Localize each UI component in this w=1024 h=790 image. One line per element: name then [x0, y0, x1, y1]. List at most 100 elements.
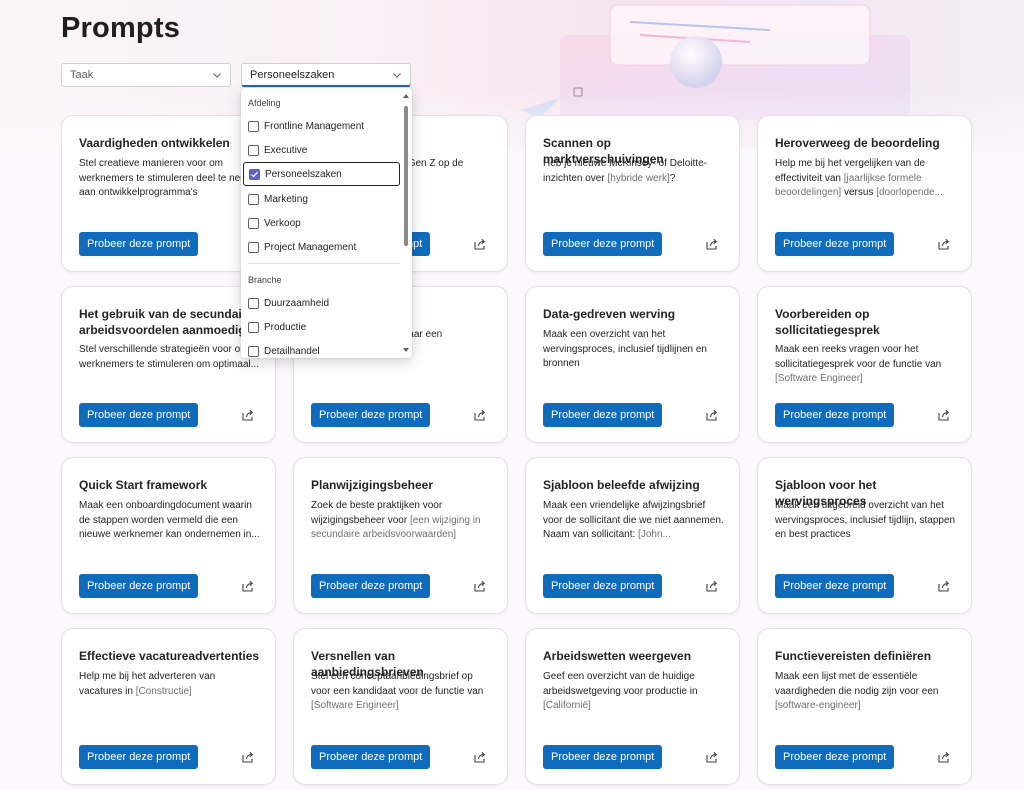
prompt-card[interactable]: Versnellen van aanbiedingsbrieven Stel ee… [293, 628, 508, 785]
description-text: Stel een conceptaanbiedingsbrief op voor… [311, 671, 484, 697]
prompt-card-title: Arbeidswetten weergeven [543, 649, 692, 663]
description-text: Geef een overzicht van de huidige arbeid… [543, 671, 698, 697]
share-icon[interactable] [937, 750, 951, 764]
checkbox-checked-icon[interactable] [249, 168, 260, 180]
option-productie[interactable]: Productie [243, 315, 400, 339]
prompt-card[interactable]: Heroverweeg de beoordeling Help me bij he… [757, 115, 972, 272]
share-icon[interactable] [937, 579, 951, 593]
share-icon[interactable] [705, 579, 719, 593]
checkbox-icon[interactable] [248, 321, 259, 333]
prompt-card[interactable]: Sjabloon voor het wervingsproces Maak een… [757, 457, 972, 614]
scroll-thumb[interactable] [404, 106, 408, 246]
prompt-card-title: Functievereisten definiëren [775, 649, 932, 663]
checkbox-icon[interactable] [248, 345, 259, 357]
try-prompt-button[interactable]: Probeer deze prompt [543, 574, 663, 598]
try-prompt-button[interactable]: Probeer deze prompt [311, 403, 431, 427]
prompt-card-description: Stel creatieve manieren voor om werkneme… [79, 157, 261, 201]
checkbox-icon[interactable] [248, 120, 259, 132]
try-prompt-button[interactable]: Probeer deze prompt [775, 745, 895, 769]
try-prompt-button[interactable]: Probeer deze prompt [311, 574, 431, 598]
prompt-card-description: Help me bij het vergelijken van de effec… [775, 157, 957, 201]
prompt-card[interactable]: Functievereisten definiëren Maak een lijs… [757, 628, 972, 785]
option-detailhandel[interactable]: Detailhandel [243, 339, 400, 358]
option-label: Duurzaamheid [264, 297, 330, 309]
share-icon[interactable] [241, 579, 255, 593]
try-prompt-button[interactable]: Probeer deze prompt [543, 403, 663, 427]
dropdown-scrollbar[interactable] [402, 92, 410, 354]
option-label: Frontline Management [264, 120, 365, 132]
share-icon[interactable] [473, 237, 487, 251]
checkbox-icon[interactable] [248, 297, 259, 309]
share-icon[interactable] [473, 579, 487, 593]
try-prompt-button[interactable]: Probeer deze prompt [775, 403, 895, 427]
try-prompt-button[interactable]: Probeer deze prompt [775, 574, 895, 598]
prompt-card-description: Maak een onboardingdocument waarin de st… [79, 499, 261, 543]
option-project-management[interactable]: Project Management [243, 235, 400, 259]
option-verkoop[interactable]: Verkoop [243, 211, 400, 235]
task-filter-value: Taak [70, 69, 94, 81]
option-personeelszaken[interactable]: Personeelszaken [243, 162, 400, 186]
prompt-card[interactable]: Arbeidswetten weergeven Geef een overzich… [525, 628, 740, 785]
try-prompt-button[interactable]: Probeer deze prompt [79, 403, 199, 427]
option-label: Verkoop [264, 217, 301, 229]
share-icon[interactable] [473, 408, 487, 422]
prompt-card[interactable]: Planwijzigingsbeheer Zoek de beste prakti… [293, 457, 508, 614]
prompt-card-description: Geef een overzicht van de huidige arbeid… [543, 670, 725, 714]
share-icon[interactable] [473, 750, 487, 764]
prompt-card-title: Data-gedreven werving [543, 307, 676, 321]
description-text: versus [841, 187, 877, 198]
option-executive[interactable]: Executive [243, 138, 400, 162]
scroll-down-arrow-icon[interactable] [402, 346, 410, 354]
department-dropdown-list[interactable]: Afdeling Frontline Management Executive … [241, 88, 412, 358]
prompt-card-title: Voorbereiden op sollicitatiegesprek [775, 307, 880, 337]
department-filter-value: Personeelszaken [250, 68, 335, 81]
try-prompt-button[interactable]: Probeer deze prompt [543, 745, 663, 769]
try-prompt-button[interactable]: Probeer deze prompt [79, 745, 199, 769]
try-prompt-button[interactable]: Probeer deze prompt [79, 574, 199, 598]
share-icon[interactable] [705, 750, 719, 764]
prompt-card-description: Maak een overzicht van het wervingsproce… [543, 328, 725, 372]
share-icon[interactable] [937, 237, 951, 251]
prompt-card-description: Maak een reeks vragen voor het sollicita… [775, 343, 957, 387]
checkbox-icon[interactable] [248, 217, 259, 229]
share-icon[interactable] [705, 408, 719, 422]
option-frontline-management[interactable]: Frontline Management [243, 114, 400, 138]
scroll-up-arrow-icon[interactable] [402, 92, 410, 100]
department-filter-select[interactable]: Personeelszaken [241, 63, 411, 87]
task-filter-select[interactable]: Taak [61, 63, 231, 87]
description-text: Maak een overzicht van het wervingsproce… [543, 329, 707, 369]
prompt-card[interactable]: Data-gedreven werving Maak een overzicht … [525, 286, 740, 443]
description-text: Maak een vriendelijke afwijzingsbrief vo… [543, 500, 724, 540]
prompt-card[interactable]: Scannen op marktverschuivingen Heb je nie… [525, 115, 740, 272]
share-icon[interactable] [241, 750, 255, 764]
description-text: Maak een onboardingdocument waarin de st… [79, 500, 260, 540]
prompt-card-title: Sjabloon beleefde afwijzing [543, 478, 700, 492]
try-prompt-button[interactable]: Probeer deze prompt [79, 232, 199, 256]
prompt-card-title: Vaardigheden ontwikkelen [79, 136, 230, 150]
option-marketing[interactable]: Marketing [243, 187, 400, 211]
option-label: Executive [264, 144, 308, 156]
prompt-card[interactable]: Sjabloon beleefde afwijzing Maak een vrie… [525, 457, 740, 614]
try-prompt-button[interactable]: Probeer deze prompt [311, 745, 431, 769]
description-text: Maak een lijst met de essentiële vaardig… [775, 671, 939, 697]
share-icon[interactable] [705, 237, 719, 251]
share-icon[interactable] [241, 408, 255, 422]
group-label-branche: Branche [248, 275, 282, 285]
try-prompt-button[interactable]: Probeer deze prompt [543, 232, 663, 256]
try-prompt-button[interactable]: Probeer deze prompt [775, 232, 895, 256]
prompt-card-title: Effectieve vacatureadvertenties [79, 649, 260, 663]
share-icon[interactable] [937, 408, 951, 422]
checkbox-icon[interactable] [248, 241, 259, 253]
chevron-down-icon [213, 73, 221, 78]
prompt-card[interactable]: Voorbereiden op sollicitatiegesprek Maak … [757, 286, 972, 443]
checkbox-icon[interactable] [248, 193, 259, 205]
prompt-card[interactable]: Quick Start framework Maak een onboarding… [61, 457, 276, 614]
prompt-card-title: Het gebruik van de secundaire arbeidsvoo… [79, 307, 260, 337]
option-label: Detailhandel [264, 345, 320, 357]
prompt-card[interactable]: Effectieve vacatureadvertenties Help me b… [61, 628, 276, 785]
placeholder-text: [Software Engineer] [775, 373, 863, 384]
option-duurzaamheid[interactable]: Duurzaamheid [243, 291, 400, 315]
checkbox-icon[interactable] [248, 144, 259, 156]
checkmark-icon [251, 171, 258, 178]
prompt-card-description: Maak een vriendelijke afwijzingsbrief vo… [543, 499, 725, 543]
